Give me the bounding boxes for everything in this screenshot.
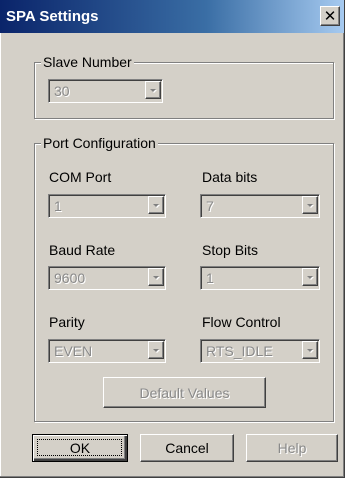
baud-rate-select[interactable]: 9600 [48,266,166,290]
spa-settings-dialog: SPA Settings ✕ Slave Number 30 Port Conf… [0,0,345,478]
stop-bits-label: Stop Bits [202,242,259,258]
close-icon: ✕ [323,7,337,25]
title-bar[interactable]: SPA Settings ✕ [0,0,344,33]
stop-bits-value: 1 [206,270,214,286]
data-bits-select[interactable]: 7 [200,194,320,218]
parity-select[interactable]: EVEN [48,339,166,363]
close-button[interactable]: ✕ [320,6,340,26]
com-port-label: COM Port [49,169,112,185]
slave-number-legend: Slave Number [41,54,134,70]
com-port-select[interactable]: 1 [48,194,166,218]
slave-number-value: 30 [54,83,70,99]
stop-bits-select[interactable]: 1 [200,266,320,290]
flow-control-label: Flow Control [202,314,281,330]
help-button[interactable]: Help [246,434,338,462]
parity-value: EVEN [54,343,93,359]
com-port-value: 1 [54,198,62,214]
window-title: SPA Settings [6,8,99,25]
data-bits-label: Data bits [202,169,258,185]
cancel-button[interactable]: Cancel [140,434,234,462]
flow-control-select[interactable]: RTS_IDLE [200,339,320,363]
chevron-down-icon[interactable] [148,341,164,359]
chevron-down-icon[interactable] [302,341,318,359]
chevron-down-icon[interactable] [302,268,318,286]
flow-control-value: RTS_IDLE [206,343,273,359]
ok-button[interactable]: OK [32,434,128,462]
parity-label: Parity [49,314,85,330]
chevron-down-icon[interactable] [145,81,161,99]
baud-rate-label: Baud Rate [49,242,116,258]
slave-number-select[interactable]: 30 [48,79,163,103]
data-bits-value: 7 [206,198,214,214]
default-values-button[interactable]: Default Values [103,377,266,408]
chevron-down-icon[interactable] [148,196,164,214]
focus-rectangle [37,439,122,456]
port-configuration-group: Port Configuration COM Port 1 Data bits … [34,135,334,422]
chevron-down-icon[interactable] [148,268,164,286]
chevron-down-icon[interactable] [302,196,318,214]
port-configuration-legend: Port Configuration [41,135,158,151]
slave-number-group: Slave Number 30 [34,54,334,119]
baud-rate-value: 9600 [54,270,86,286]
